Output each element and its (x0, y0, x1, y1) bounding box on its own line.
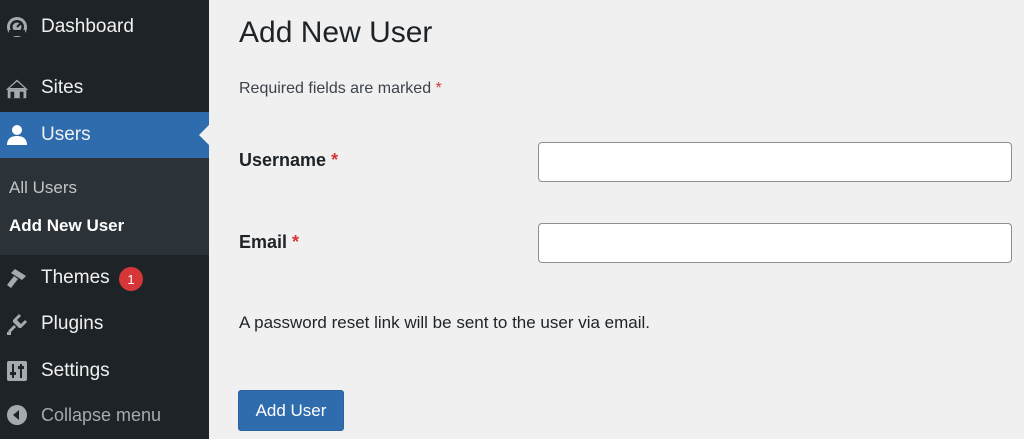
required-asterisk: * (435, 80, 442, 97)
sidebar-item-settings[interactable]: Settings (0, 348, 209, 394)
sidebar-item-plugins[interactable]: Plugins (0, 301, 209, 347)
submenu-item-add-new-user[interactable]: Add New User (9, 216, 124, 236)
dashboard-gauge-icon (4, 14, 30, 40)
collapse-menu-button[interactable]: Collapse menu (0, 392, 209, 438)
sidebar-item-dashboard[interactable]: Dashboard (0, 4, 209, 50)
sites-houses-icon (4, 75, 30, 101)
sidebar-item-label: Settings (41, 360, 110, 381)
add-user-button[interactable]: Add User (238, 390, 344, 431)
username-label-text: Username (239, 150, 327, 170)
required-fields-note: Required fields are marked * (239, 80, 442, 98)
required-note-text: Required fields are marked (239, 80, 432, 97)
sidebar-item-sites[interactable]: Sites (0, 65, 209, 111)
users-submenu: All Users Add New User (0, 158, 209, 255)
brush-icon (4, 265, 30, 291)
admin-sidebar: Dashboard Sites Users All Users Add New … (0, 0, 209, 439)
sidebar-item-users[interactable]: Users (0, 112, 209, 158)
page-title: Add New User (239, 16, 433, 49)
sidebar-item-label: Plugins (41, 313, 104, 334)
update-count-badge: 1 (119, 267, 143, 291)
submenu-item-all-users[interactable]: All Users (9, 178, 77, 198)
required-asterisk: * (292, 232, 300, 252)
username-field[interactable] (538, 142, 1012, 182)
sidebar-item-label: Users (41, 124, 91, 145)
sidebar-item-label: Collapse menu (41, 404, 162, 425)
sidebar-item-label: Sites (41, 77, 84, 98)
sidebar-item-themes[interactable]: Themes 1 (0, 255, 209, 301)
email-field[interactable] (538, 223, 1012, 263)
plug-icon (4, 311, 30, 337)
sidebar-item-label: Dashboard (41, 16, 134, 37)
main-content: Add New User Required fields are marked … (209, 0, 1024, 439)
user-icon (4, 122, 30, 148)
email-label: Email * (239, 232, 299, 253)
email-label-text: Email (239, 232, 288, 252)
sidebar-item-label: Themes (41, 267, 110, 288)
sliders-icon (4, 358, 30, 384)
username-label: Username * (239, 150, 338, 171)
required-asterisk: * (331, 150, 339, 170)
password-reset-note: A password reset link will be sent to th… (239, 313, 651, 332)
collapse-arrow-icon (4, 402, 30, 428)
